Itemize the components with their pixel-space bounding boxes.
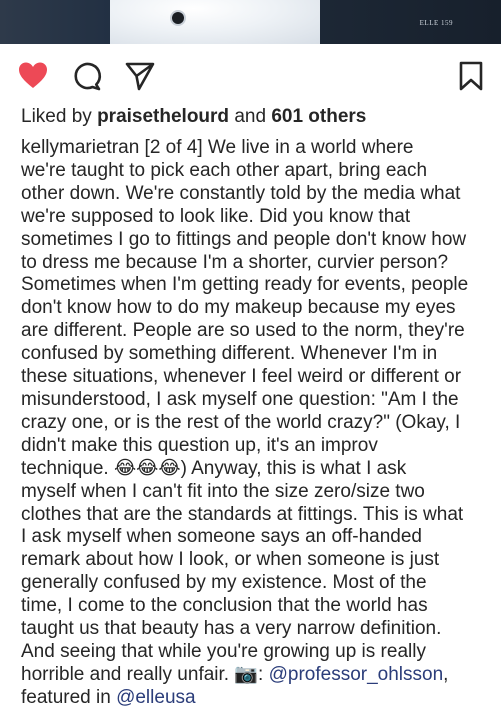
caption-text: featured in <box>21 686 111 708</box>
caption-line: Sometimes when I'm getting ready for eve… <box>21 274 469 296</box>
caption-line: kellymarietran [2 of 4] We live in a wor… <box>21 137 491 160</box>
caption-line: I ask myself when someone says an off-ha… <box>21 526 422 548</box>
caption-line: are different. People are so used to the… <box>21 320 465 342</box>
likes-count[interactable]: 601 others <box>271 106 366 127</box>
photo-coat-area <box>110 0 320 44</box>
caption-line: misunderstood, I ask myself one question… <box>21 388 459 410</box>
caption-line: crazy one, or is the rest of the world c… <box>21 411 461 433</box>
caption-text: : <box>258 663 264 685</box>
caption-line: myself when I can't fit into the size ze… <box>21 480 425 502</box>
action-bar <box>0 50 501 100</box>
caption-text: [2 of 4] We live in a world where <box>144 137 414 158</box>
caption-line: generally confused by my existence. Most… <box>21 572 427 594</box>
caption-text: horrible and really unfair. <box>21 663 230 685</box>
comment-icon[interactable] <box>71 60 103 92</box>
post-photo[interactable]: ELLE 159 <box>0 0 501 44</box>
likes-line: Liked by praisethelourd and 601 others <box>21 106 366 128</box>
caption-line: other down. We're constantly told by the… <box>21 182 461 204</box>
caption-line: we're supposed to look like. Did you kno… <box>21 205 411 227</box>
share-icon[interactable] <box>124 60 156 92</box>
caption-line: we're taught to pick each other apart, b… <box>21 159 428 181</box>
caption-line: don't know how to do my makeup because m… <box>21 297 456 319</box>
laughing-emoji: 😂😂😂 <box>113 457 181 479</box>
caption-line: featured in @elleusa <box>21 687 491 710</box>
caption-line: didn't make this question up, it's an im… <box>21 434 378 456</box>
caption-text: ) Anyway, this is what I ask <box>180 457 407 479</box>
heart-icon[interactable] <box>17 60 49 92</box>
caption-line: sometimes I go to fittings and people do… <box>21 228 467 250</box>
camera-emoji: 📷 <box>234 663 259 685</box>
caption-line: confused by something different. Wheneve… <box>21 343 438 365</box>
caption-username[interactable]: kellymarietran <box>21 137 139 158</box>
photographer-mention[interactable]: @professor_ohlsson <box>269 664 444 685</box>
caption-line: to dress me because I'm a shorter, curvi… <box>21 251 449 273</box>
magazine-page-label: ELLE 159 <box>419 19 453 27</box>
bookmark-icon[interactable] <box>455 60 487 92</box>
caption-line: time, I come to the conclusion that the … <box>21 595 428 617</box>
coat-button <box>172 12 184 24</box>
caption-line: remark about how I look, or when someone… <box>21 549 440 571</box>
caption-line: clothes that are the standards at fittin… <box>21 503 464 525</box>
caption-line: And seeing that while you're growing up … <box>21 640 426 662</box>
caption-line: these situations, whenever I feel weird … <box>21 366 462 388</box>
caption-text: technique. <box>21 457 109 479</box>
likes-prefix: Liked by <box>21 106 92 127</box>
caption-line: technique. 😂😂😂) Anyway, this is what I a… <box>21 458 491 481</box>
caption-line: taught us that beauty has a very narrow … <box>21 618 442 640</box>
featured-mention[interactable]: @elleusa <box>116 687 196 708</box>
caption-line: horrible and really unfair. 📷: @professo… <box>21 663 449 685</box>
post-caption: kellymarietran [2 of 4] We live in a wor… <box>21 137 491 710</box>
likes-and: and <box>234 106 267 127</box>
liker-username[interactable]: praisethelourd <box>97 106 229 127</box>
